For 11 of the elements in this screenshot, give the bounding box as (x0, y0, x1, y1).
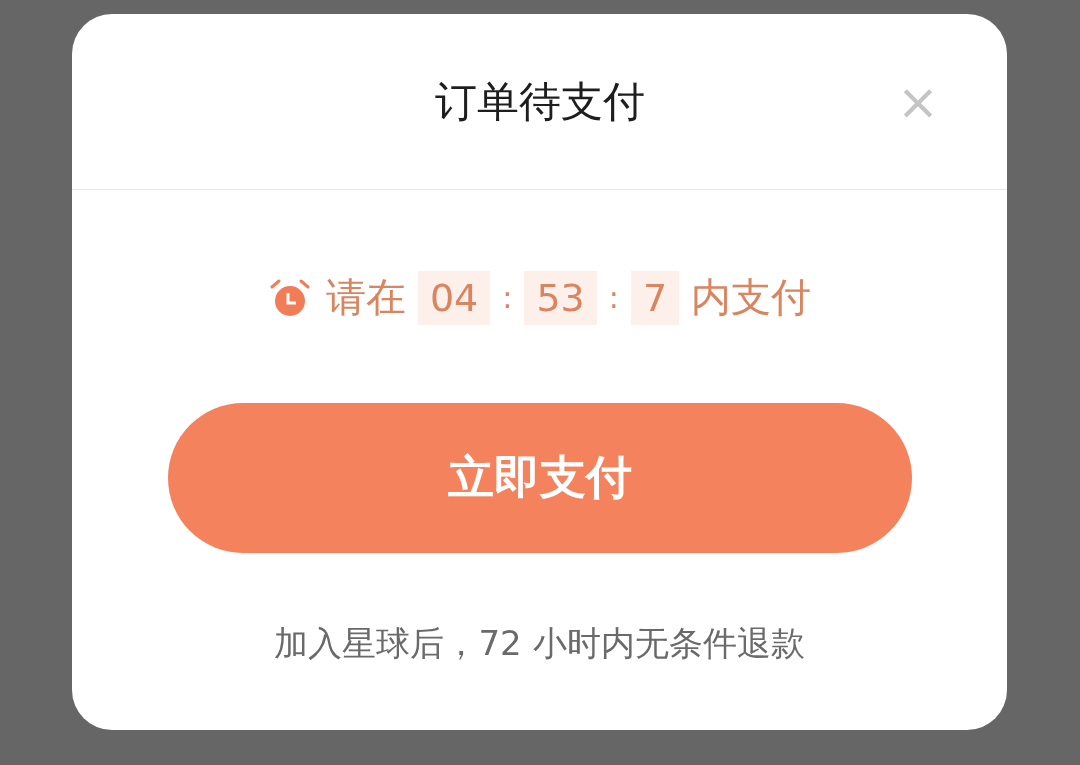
close-button[interactable]: × (897, 78, 939, 126)
minutes-value: 53 (524, 270, 597, 325)
hours-value: 04 (417, 270, 491, 325)
countdown-text: 内支付 (691, 273, 812, 322)
countdown-text: 请在 (325, 273, 406, 322)
seconds-value: 7 (630, 270, 680, 325)
pay-now-button[interactable]: 立即支付 (167, 403, 912, 553)
time-separator: : (608, 280, 619, 315)
refund-note: 加入星球后，72 小时内无条件退款 (274, 622, 805, 665)
dialog-title: 订单待支付 (434, 75, 645, 128)
time-separator: : (502, 280, 513, 315)
